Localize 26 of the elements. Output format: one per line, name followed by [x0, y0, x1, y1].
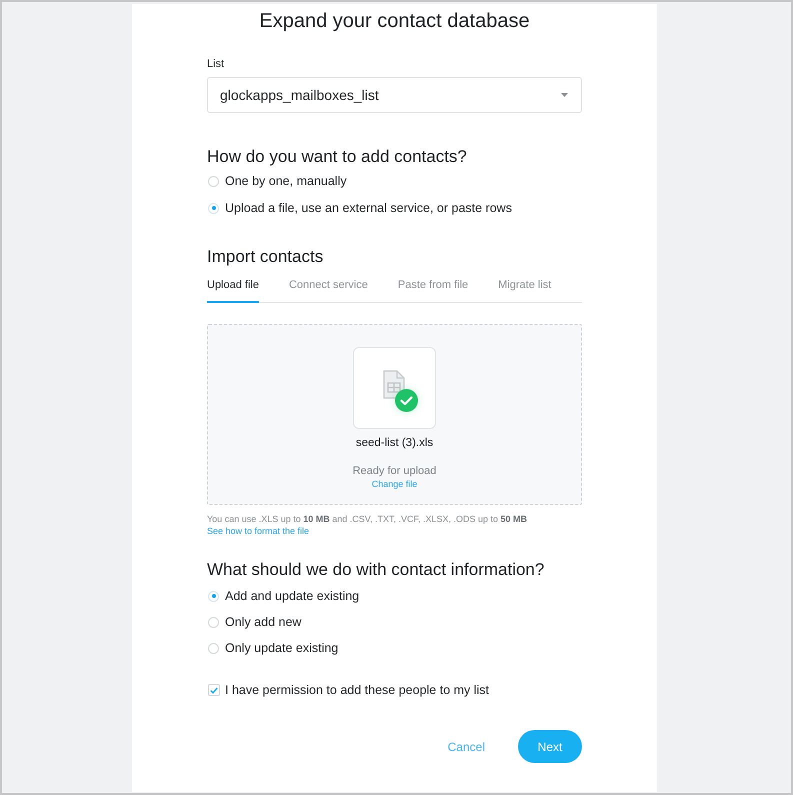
- radio-button[interactable]: [208, 202, 219, 214]
- option-label[interactable]: Add and update existing: [225, 588, 360, 604]
- permission-label[interactable]: I have permission to add these people to my list: [225, 682, 490, 698]
- option-label[interactable]: Only add new: [225, 614, 302, 630]
- radio-button[interactable]: [208, 590, 219, 602]
- import-tab[interactable]: Upload file: [207, 274, 259, 303]
- upload-status: Ready for upload: [352, 464, 436, 478]
- permission-checkbox[interactable]: [208, 684, 220, 696]
- caret-icon: [561, 93, 568, 97]
- upload-hint: You can use .XLS up to 10 MB and .CSV, .TXT, .VCF, .XLSX, .ODS up to 50 MB: [207, 513, 528, 525]
- check-circle-icon: [395, 389, 418, 412]
- page-title: Expand your contact database: [258, 9, 531, 33]
- field-label: List: [207, 57, 226, 71]
- section-heading: Import contacts: [207, 246, 324, 268]
- file-name: seed-list (3).xls: [356, 436, 434, 451]
- option-label[interactable]: Only update existing: [225, 640, 338, 656]
- section-heading: What should we do with contact information?: [207, 559, 546, 581]
- option-label[interactable]: One by one, manually: [225, 173, 347, 189]
- radio-button[interactable]: [208, 642, 219, 654]
- list-select[interactable]: glockapps_mailboxes_list: [207, 77, 582, 113]
- radio-button[interactable]: [208, 616, 219, 628]
- spreadsheet-file-icon: [383, 370, 405, 399]
- option-label[interactable]: Upload a file, use an external service, or paste rows: [225, 200, 512, 216]
- radio-button[interactable]: [208, 176, 219, 186]
- section-heading: How do you want to add contacts?: [207, 146, 468, 168]
- file-drop-zone[interactable]: seed-list (3).xls Ready for upload Change file: [207, 324, 582, 505]
